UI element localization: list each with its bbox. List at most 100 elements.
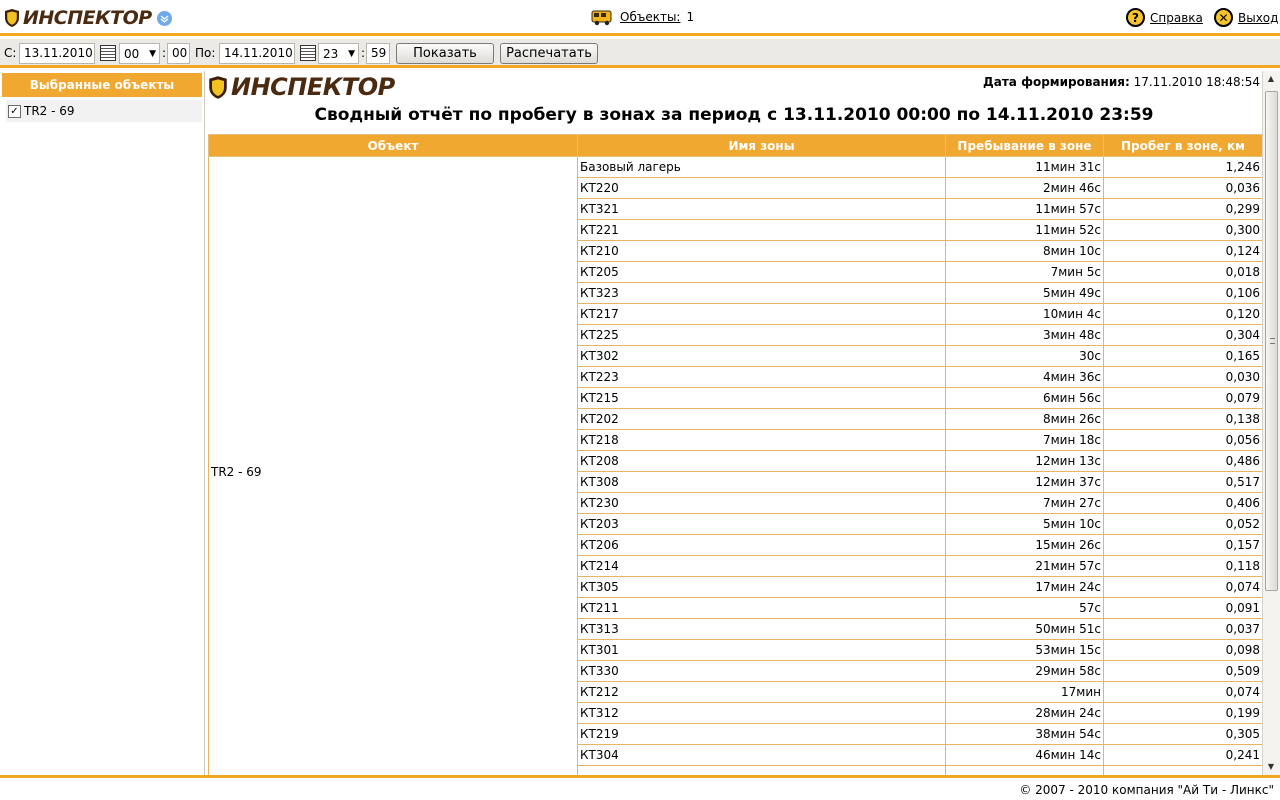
distance-cell: 0,509 bbox=[1103, 660, 1262, 682]
distance-cell: 0,406 bbox=[1103, 492, 1262, 514]
stay-duration-cell: 17мин 24с bbox=[945, 576, 1104, 598]
zone-name-cell: КТ304 bbox=[577, 744, 946, 766]
brand-wordmark: ИНСПЕКТОР bbox=[231, 73, 395, 101]
zone-name-cell: КТ323 bbox=[577, 282, 946, 304]
stay-duration-cell: 11мин 31с bbox=[945, 156, 1104, 178]
help-label: Справка bbox=[1150, 10, 1203, 25]
help-icon: ? bbox=[1126, 8, 1145, 27]
from-date-input[interactable]: 13.11.2010 bbox=[19, 43, 95, 64]
vertical-scrollbar[interactable]: ▲ ▼ bbox=[1262, 71, 1280, 775]
stay-duration-cell: 57с bbox=[945, 597, 1104, 619]
from-minute-input[interactable]: 00 bbox=[167, 43, 190, 64]
to-label: По: bbox=[195, 46, 216, 60]
zone-name-cell: КТ210 bbox=[577, 240, 946, 262]
objects-link[interactable]: Объекты: bbox=[620, 10, 680, 24]
scroll-up-icon[interactable]: ▲ bbox=[1263, 71, 1279, 87]
stay-duration-cell: 12мин 37с bbox=[945, 471, 1104, 493]
report-table: Объект Имя зоны Пребывание в зоне Пробег… bbox=[208, 134, 1262, 775]
generation-date: Дата формирования: 17.11.2010 18:48:54 bbox=[983, 75, 1260, 89]
distance-cell: 0,300 bbox=[1103, 219, 1262, 241]
time-separator: : bbox=[361, 46, 366, 60]
table-header-row: Объект Имя зоны Пребывание в зоне Пробег… bbox=[208, 134, 1262, 157]
zone-name-cell: КТ321 bbox=[577, 198, 946, 220]
zone-name-cell: КТ211 bbox=[577, 597, 946, 619]
stay-duration-cell: 38мин 54с bbox=[945, 723, 1104, 745]
object-list-item[interactable]: ✓ TR2 - 69 bbox=[6, 100, 202, 122]
stay-duration-cell: 50мин 51с bbox=[945, 618, 1104, 640]
calendar-icon[interactable] bbox=[100, 45, 116, 61]
chevron-down-icon[interactable] bbox=[156, 10, 172, 26]
zone-name-cell: КТ205 bbox=[577, 261, 946, 283]
selected-objects-panel: Выбранные объекты ✓ TR2 - 69 bbox=[0, 71, 205, 775]
distance-cell: 0,036 bbox=[1103, 177, 1262, 199]
zone-name-cell: КТ206 bbox=[577, 534, 946, 556]
app-logo[interactable]: ИНСПЕКТОР bbox=[4, 7, 172, 29]
empty-cell bbox=[1103, 765, 1262, 775]
filter-toolbar: С: 13.11.2010 00 ▼ : 00 По: 14.11.2010 2… bbox=[0, 39, 1280, 68]
to-hour-value: 23 bbox=[323, 46, 339, 61]
stay-duration-cell: 8мин 10с bbox=[945, 240, 1104, 262]
distance-cell: 0,305 bbox=[1103, 723, 1262, 745]
print-button[interactable]: Распечатать bbox=[500, 43, 598, 64]
distance-cell: 0,074 bbox=[1103, 576, 1262, 598]
distance-cell: 0,030 bbox=[1103, 366, 1262, 388]
from-hour-select[interactable]: 00 ▼ bbox=[119, 43, 160, 64]
zone-name-cell: КТ220 bbox=[577, 177, 946, 199]
distance-cell: 0,517 bbox=[1103, 471, 1262, 493]
to-minute-input[interactable]: 59 bbox=[366, 43, 390, 64]
distance-cell: 0,018 bbox=[1103, 261, 1262, 283]
calendar-icon[interactable] bbox=[300, 45, 316, 61]
column-header-zone: Имя зоны bbox=[577, 134, 946, 157]
empty-cell bbox=[945, 765, 1104, 775]
column-header-stay: Пребывание в зоне bbox=[945, 134, 1104, 157]
zone-name-cell: КТ215 bbox=[577, 387, 946, 409]
stay-duration-cell: 30с bbox=[945, 345, 1104, 367]
exit-link[interactable]: ✕ Выход bbox=[1214, 8, 1278, 27]
empty-cell bbox=[577, 765, 946, 775]
stay-duration-cell: 6мин 56с bbox=[945, 387, 1104, 409]
scroll-thumb[interactable] bbox=[1265, 91, 1278, 591]
stay-duration-cell: 10мин 4с bbox=[945, 303, 1104, 325]
stay-duration-cell: 2мин 46с bbox=[945, 177, 1104, 199]
zone-name-cell: КТ312 bbox=[577, 702, 946, 724]
distance-cell: 0,138 bbox=[1103, 408, 1262, 430]
report-area: ИНСПЕКТОР Дата формирования: 17.11.2010 … bbox=[206, 71, 1262, 775]
from-label: С: bbox=[4, 46, 17, 60]
zone-name-cell: КТ219 bbox=[577, 723, 946, 745]
objects-indicator: Объекты: 1 bbox=[590, 8, 694, 26]
from-hour-value: 00 bbox=[124, 46, 140, 61]
distance-cell: 0,037 bbox=[1103, 618, 1262, 640]
stay-duration-cell: 12мин 13с bbox=[945, 450, 1104, 472]
distance-cell: 0,124 bbox=[1103, 240, 1262, 262]
stay-duration-cell: 7мин 27с bbox=[945, 492, 1104, 514]
help-link[interactable]: ? Справка bbox=[1126, 8, 1203, 27]
show-button[interactable]: Показать bbox=[396, 43, 494, 64]
stay-duration-cell: 4мин 36с bbox=[945, 366, 1104, 388]
stay-duration-cell: 8мин 26с bbox=[945, 408, 1104, 430]
to-date-input[interactable]: 14.11.2010 bbox=[219, 43, 295, 64]
scroll-down-icon[interactable]: ▼ bbox=[1263, 759, 1279, 775]
stay-duration-cell: 53мин 15с bbox=[945, 639, 1104, 661]
zone-name-cell: КТ305 bbox=[577, 576, 946, 598]
stay-duration-cell: 21мин 57с bbox=[945, 555, 1104, 577]
chevron-down-icon: ▼ bbox=[149, 48, 156, 59]
stay-duration-cell: 5мин 10с bbox=[945, 513, 1104, 535]
stay-duration-cell: 15мин 26с bbox=[945, 534, 1104, 556]
stay-duration-cell: 46мин 14с bbox=[945, 744, 1104, 766]
to-hour-select[interactable]: 23 ▼ bbox=[318, 43, 359, 64]
distance-cell: 0,299 bbox=[1103, 198, 1262, 220]
generation-date-value: 17.11.2010 18:48:54 bbox=[1133, 75, 1260, 89]
object-checkbox[interactable]: ✓ bbox=[8, 104, 21, 118]
stay-duration-cell: 3мин 48с bbox=[945, 324, 1104, 346]
stay-duration-cell: 29мин 58с bbox=[945, 660, 1104, 682]
zone-name-cell: КТ221 bbox=[577, 219, 946, 241]
distance-cell: 0,304 bbox=[1103, 324, 1262, 346]
shield-logo-icon bbox=[5, 9, 19, 27]
grip-icon bbox=[1270, 338, 1275, 344]
stay-duration-cell: 7мин 5с bbox=[945, 261, 1104, 283]
report-logo: ИНСПЕКТОР bbox=[208, 73, 395, 101]
bus-icon bbox=[591, 10, 612, 26]
distance-cell: 0,056 bbox=[1103, 429, 1262, 451]
column-header-object: Объект bbox=[208, 134, 578, 157]
zone-name-cell: КТ230 bbox=[577, 492, 946, 514]
